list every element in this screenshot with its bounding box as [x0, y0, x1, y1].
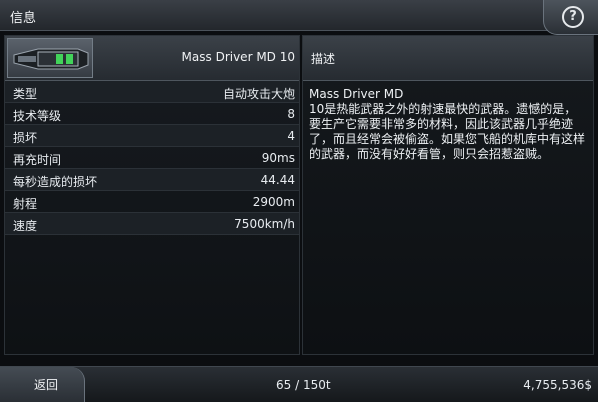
top-bar: 信息 — [0, 0, 598, 31]
stat-value: 8 — [287, 107, 295, 121]
stat-label: 速度 — [13, 219, 38, 233]
help-button[interactable]: ? — [543, 0, 598, 35]
stat-label: 损坏 — [13, 131, 38, 145]
stat-value: 90ms — [261, 151, 295, 165]
item-thumbnail — [7, 38, 93, 78]
item-stats-panel: Mass Driver MD 10 类型 自动攻击大炮 技术等级 8 损坏 4 … — [4, 35, 300, 355]
stat-value: 7500km/h — [234, 217, 295, 231]
cargo-capacity: 65 / 150t — [276, 378, 331, 392]
description-title: 描述 — [311, 52, 336, 66]
page-title: 信息 — [10, 11, 37, 26]
stat-row-tech-level: 技术等级 8 — [5, 103, 299, 125]
stat-row-damage-per-second: 每秒造成的损坏 44.44 — [5, 169, 299, 191]
stat-label: 类型 — [13, 87, 38, 101]
stat-label: 每秒造成的损坏 — [13, 175, 98, 189]
stat-row-damage: 损坏 4 — [5, 125, 299, 147]
description-item-name: Mass Driver MD — [309, 87, 404, 101]
stat-label: 再充时间 — [13, 153, 62, 167]
stat-label: 技术等级 — [13, 109, 62, 123]
back-button-label: 返回 — [34, 378, 59, 392]
bottom-bar: 返回 65 / 150t 4,755,536$ — [0, 366, 598, 402]
credits-balance: 4,755,536$ — [523, 378, 592, 392]
description-panel: 描述 Mass Driver MD 10是热能武器之外的射速最快的武器。遗憾的是… — [302, 35, 594, 355]
description-header: 描述 — [303, 36, 593, 81]
stat-row-type: 类型 自动攻击大炮 — [5, 81, 299, 103]
stat-value: 自动攻击大炮 — [222, 87, 295, 101]
back-button[interactable]: 返回 — [0, 367, 85, 402]
help-icon: ? — [562, 6, 584, 28]
stat-row-range: 射程 2900m — [5, 191, 299, 213]
description-text: 10是热能武器之外的射速最快的武器。遗憾的是，要生产它需要非常多的材料，因此该武… — [309, 102, 586, 161]
stat-row-speed: 速度 7500km/h — [5, 213, 299, 235]
stat-row-recharge-time: 再充时间 90ms — [5, 147, 299, 169]
item-name: Mass Driver MD 10 — [181, 50, 295, 64]
item-header: Mass Driver MD 10 — [5, 36, 299, 81]
stat-value: 44.44 — [260, 173, 295, 187]
stat-label: 射程 — [13, 197, 38, 211]
stat-value: 4 — [287, 129, 295, 143]
mass-driver-weapon-icon — [13, 48, 89, 70]
stat-value: 2900m — [252, 195, 295, 209]
